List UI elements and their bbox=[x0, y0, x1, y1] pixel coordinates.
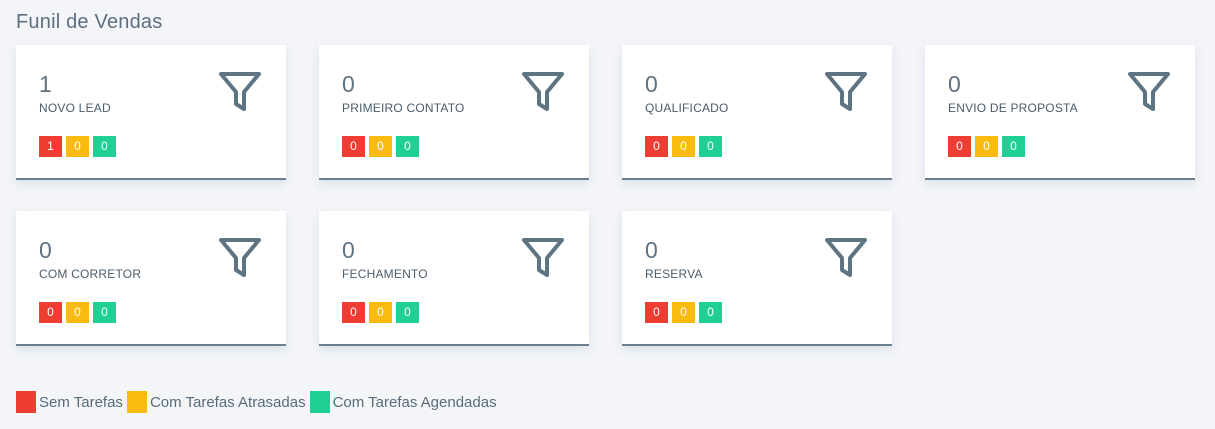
card-count: 1 bbox=[39, 71, 52, 97]
funnel-icon bbox=[522, 72, 564, 111]
badge-atrasadas: 0 bbox=[66, 136, 89, 157]
badge-sem-tarefas: 1 bbox=[39, 136, 62, 157]
funnel-icon bbox=[1128, 72, 1170, 111]
legend-label: Com Tarefas Agendadas bbox=[332, 393, 497, 411]
badge-agendadas: 0 bbox=[396, 136, 419, 157]
badge-sem-tarefas: 0 bbox=[342, 136, 365, 157]
badge-agendadas: 0 bbox=[93, 136, 116, 157]
card-count: 0 bbox=[342, 237, 355, 263]
funnel-icon bbox=[825, 72, 867, 111]
funnel-icon bbox=[219, 238, 261, 277]
badge-atrasadas: 0 bbox=[975, 136, 998, 157]
badge-atrasadas: 0 bbox=[369, 136, 392, 157]
card-count: 0 bbox=[645, 71, 658, 97]
badge-atrasadas: 0 bbox=[369, 302, 392, 323]
card-count: 0 bbox=[645, 237, 658, 263]
funnel-card-qualificado[interactable]: 0 QUALIFICADO 0 0 0 bbox=[622, 45, 892, 180]
task-badges: 0 0 0 bbox=[39, 302, 116, 323]
legend-item-agendadas: Com Tarefas Agendadas bbox=[309, 391, 497, 413]
task-badges: 0 0 0 bbox=[948, 136, 1025, 157]
legend-item-atrasadas: Com Tarefas Atrasadas bbox=[126, 391, 306, 413]
legend-swatch-red bbox=[16, 391, 36, 413]
task-badges: 0 0 0 bbox=[645, 136, 722, 157]
card-label: FECHAMENTO bbox=[342, 267, 428, 281]
card-label: QUALIFICADO bbox=[645, 101, 729, 115]
badge-atrasadas: 0 bbox=[672, 302, 695, 323]
funnel-icon bbox=[522, 238, 564, 277]
card-label: NOVO LEAD bbox=[39, 101, 111, 115]
task-badges: 0 0 0 bbox=[645, 302, 722, 323]
card-label: RESERVA bbox=[645, 267, 703, 281]
task-badges: 0 0 0 bbox=[342, 302, 419, 323]
card-label: PRIMEIRO CONTATO bbox=[342, 101, 465, 115]
badge-atrasadas: 0 bbox=[66, 302, 89, 323]
badge-agendadas: 0 bbox=[1002, 136, 1025, 157]
badge-atrasadas: 0 bbox=[672, 136, 695, 157]
badge-agendadas: 0 bbox=[699, 302, 722, 323]
funnel-card-novo-lead[interactable]: 1 NOVO LEAD 1 0 0 bbox=[16, 45, 286, 180]
task-badges: 0 0 0 bbox=[342, 136, 419, 157]
card-count: 0 bbox=[39, 237, 52, 263]
card-count: 0 bbox=[948, 71, 961, 97]
task-legend: Sem Tarefas Com Tarefas Atrasadas Com Ta… bbox=[16, 391, 501, 413]
badge-agendadas: 0 bbox=[396, 302, 419, 323]
funnel-card-primeiro-contato[interactable]: 0 PRIMEIRO CONTATO 0 0 0 bbox=[319, 45, 589, 180]
card-label: COM CORRETOR bbox=[39, 267, 142, 281]
badge-sem-tarefas: 0 bbox=[39, 302, 62, 323]
legend-item-sem-tarefas: Sem Tarefas bbox=[16, 391, 123, 413]
legend-swatch-yellow bbox=[126, 391, 147, 413]
page-title: Funil de Vendas bbox=[16, 11, 163, 33]
funnel-icon bbox=[219, 72, 261, 111]
funnel-card-envio-de-proposta[interactable]: 0 ENVIO DE PROPOSTA 0 0 0 bbox=[925, 45, 1195, 180]
funnel-card-reserva[interactable]: 0 RESERVA 0 0 0 bbox=[622, 211, 892, 346]
task-badges: 1 0 0 bbox=[39, 136, 116, 157]
badge-agendadas: 0 bbox=[93, 302, 116, 323]
funnel-card-fechamento[interactable]: 0 FECHAMENTO 0 0 0 bbox=[319, 211, 589, 346]
badge-sem-tarefas: 0 bbox=[645, 302, 668, 323]
legend-swatch-green bbox=[309, 391, 330, 413]
legend-label: Sem Tarefas bbox=[39, 393, 123, 411]
legend-label: Com Tarefas Atrasadas bbox=[149, 393, 306, 411]
card-count: 0 bbox=[342, 71, 355, 97]
badge-sem-tarefas: 0 bbox=[948, 136, 971, 157]
badge-sem-tarefas: 0 bbox=[342, 302, 365, 323]
badge-agendadas: 0 bbox=[699, 136, 722, 157]
badge-sem-tarefas: 0 bbox=[645, 136, 668, 157]
funnel-card-com-corretor[interactable]: 0 COM CORRETOR 0 0 0 bbox=[16, 211, 286, 346]
funnel-icon bbox=[825, 238, 867, 277]
card-label: ENVIO DE PROPOSTA bbox=[948, 101, 1078, 115]
